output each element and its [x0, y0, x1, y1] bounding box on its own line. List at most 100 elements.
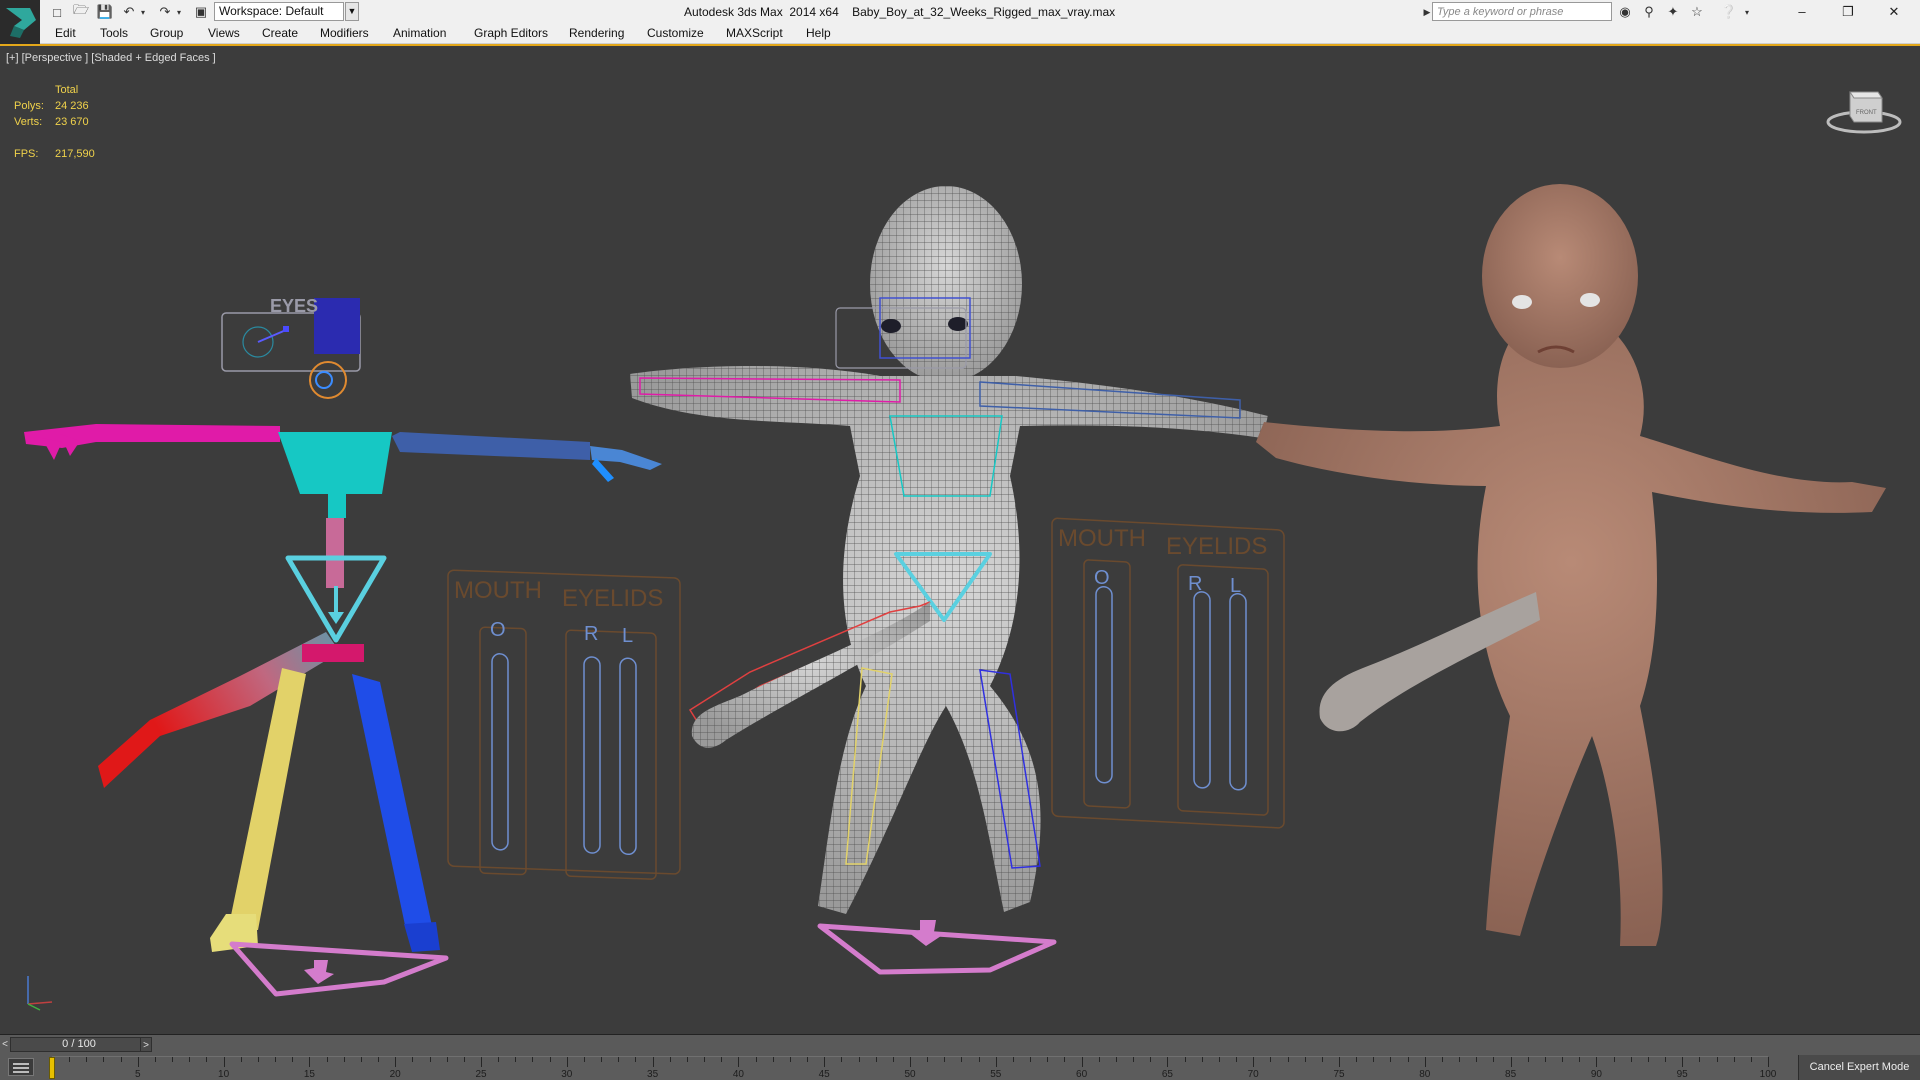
mouth-slider[interactable]: [491, 653, 509, 851]
timeline-tick-label: 90: [1590, 1069, 1602, 1080]
scene-canvas[interactable]: EYES MOUTH EYELIDS O R L MOUTH EYELIDS O…: [0, 46, 1920, 1035]
viewcube-icon[interactable]: FRONT: [1826, 82, 1904, 136]
menu-tools[interactable]: Tools: [100, 26, 128, 40]
fps-value: 217,590: [55, 148, 95, 160]
workspace-dropdown-icon[interactable]: ▼: [345, 2, 359, 21]
project-folder-icon[interactable]: ▣: [192, 3, 210, 21]
timeline-tick: [1304, 1057, 1306, 1062]
cancel-expert-mode-button[interactable]: Cancel Expert Mode: [1798, 1055, 1920, 1080]
menu-help[interactable]: Help: [806, 26, 831, 40]
favorites-star-icon[interactable]: ☆: [1688, 3, 1706, 21]
menu-modifiers[interactable]: Modifiers: [320, 26, 369, 40]
eyelid-slider-right[interactable]: [583, 656, 601, 854]
timeline[interactable]: 0510152025303540455055606570758085909510…: [49, 1056, 1776, 1080]
timeline-tick: [927, 1057, 929, 1062]
chest-bone[interactable]: [278, 432, 392, 494]
menu-graph-editors[interactable]: Graph Editors: [474, 26, 548, 40]
timeline-tick: [1184, 1057, 1186, 1062]
leg-bone-right[interactable]: [352, 674, 432, 930]
undo-dropdown-icon[interactable]: ▾: [134, 3, 152, 21]
timeline-tick: [618, 1057, 620, 1062]
timeline-tick-label: 70: [1247, 1069, 1259, 1080]
timeline-tick: [892, 1057, 894, 1062]
binoculars-search-icon[interactable]: ◉: [1616, 3, 1634, 21]
timeline-tick: [1339, 1057, 1340, 1067]
timeline-tick: [755, 1057, 757, 1062]
menu-edit[interactable]: Edit: [55, 26, 76, 40]
timeline-tick: [601, 1057, 603, 1062]
time-slider-prev-button[interactable]: <: [0, 1037, 10, 1052]
baby-shaded-model[interactable]: [1256, 184, 1886, 946]
viewcube[interactable]: FRONT: [1826, 82, 1904, 136]
menu-views[interactable]: Views: [208, 26, 240, 40]
subscription-key-icon[interactable]: ⚲: [1640, 3, 1658, 21]
hip-bone[interactable]: [302, 644, 364, 662]
stats-header-row: Total: [14, 82, 95, 98]
timeline-tick: [1356, 1057, 1358, 1062]
menu-create[interactable]: Create: [262, 26, 298, 40]
timeline-tick: [1682, 1057, 1684, 1067]
close-button[interactable]: ✕: [1874, 2, 1914, 22]
timeline-tick: [1459, 1057, 1461, 1062]
communication-center-icon[interactable]: ✦: [1664, 3, 1682, 21]
timeline-tick: [292, 1057, 294, 1062]
perspective-viewport[interactable]: EYES MOUTH EYELIDS O R L MOUTH EYELIDS O…: [0, 44, 1920, 1035]
timeline-tick: [326, 1057, 328, 1062]
baby-wireframe-model[interactable]: [630, 186, 1268, 975]
menu-animation[interactable]: Animation: [393, 26, 446, 40]
time-marker[interactable]: [49, 1057, 55, 1079]
redo-dropdown-icon[interactable]: ▾: [170, 3, 188, 21]
timeline-tick: [1630, 1057, 1632, 1062]
menu-maxscript[interactable]: MAXScript: [726, 26, 783, 40]
timeline-tick: [1527, 1057, 1529, 1062]
menu-rendering[interactable]: Rendering: [569, 26, 624, 40]
timeline-tick: [1407, 1057, 1409, 1062]
mini-curve-editor-icon[interactable]: [8, 1058, 34, 1076]
arm-bone-right[interactable]: [392, 432, 590, 460]
timeline-tick: [154, 1057, 156, 1062]
spine-bone[interactable]: [326, 518, 344, 588]
statistics-overlay: Total Polys: 24 236 Verts: 23 670 FPS: 217,…: [14, 82, 95, 162]
stats-fps-row: FPS: 217,590: [14, 146, 95, 162]
mouth-open-label-2: O: [1094, 567, 1110, 589]
viewcube-face-label: FRONT: [1856, 110, 1877, 116]
timeline-tick-label: 100: [1759, 1069, 1777, 1080]
timeline-tick: [360, 1057, 362, 1062]
head-bone[interactable]: [314, 298, 360, 354]
facial-control-panel-left[interactable]: [447, 569, 681, 880]
mouth-label: MOUTH: [454, 577, 542, 604]
timeline-tick: [189, 1057, 191, 1062]
menu-customize[interactable]: Customize: [647, 26, 704, 40]
new-file-icon[interactable]: □: [48, 3, 66, 21]
eyes-label: EYES: [270, 296, 318, 316]
menu-group[interactable]: Group: [150, 26, 183, 40]
timeline-tick: [1150, 1057, 1152, 1062]
help-dropdown-icon[interactable]: ▾: [1738, 3, 1756, 21]
restore-button[interactable]: ❐: [1828, 2, 1868, 22]
time-slider-next-button[interactable]: >: [140, 1037, 152, 1052]
open-file-icon[interactable]: 🗁: [72, 2, 90, 21]
help-icon[interactable]: ❔: [1720, 3, 1738, 21]
timeline-tick-label: 45: [818, 1069, 830, 1080]
app-name: Autodesk 3ds Max 2014 x64: [684, 5, 839, 19]
time-slider[interactable]: 0 / 100: [10, 1037, 148, 1052]
eyelids-label: EYELIDS: [562, 585, 663, 612]
timeline-tick: [1768, 1057, 1769, 1067]
app-logo-button[interactable]: [0, 0, 40, 44]
timeline-tick: [1562, 1057, 1564, 1062]
viewport-label[interactable]: [+] [Perspective ] [Shaded + Edged Faces…: [6, 52, 216, 64]
workspace-select[interactable]: Workspace: Default: [214, 2, 344, 21]
polys-label: Polys:: [14, 100, 44, 112]
save-file-icon[interactable]: 💾: [96, 3, 114, 21]
timeline-tick: [1270, 1057, 1272, 1062]
timeline-tick: [120, 1057, 122, 1062]
facial-control-panel-right[interactable]: [1051, 517, 1285, 829]
minimize-button[interactable]: –: [1782, 2, 1822, 22]
stats-polys-row: Polys: 24 236: [14, 98, 95, 114]
timeline-tick: [223, 1057, 225, 1067]
search-input[interactable]: [1432, 2, 1612, 21]
timeline-tick: [1133, 1057, 1135, 1062]
stats-verts-row: Verts: 23 670: [14, 114, 95, 130]
eyelid-slider-left[interactable]: [619, 657, 637, 856]
timeline-tick-label: 30: [561, 1069, 573, 1080]
